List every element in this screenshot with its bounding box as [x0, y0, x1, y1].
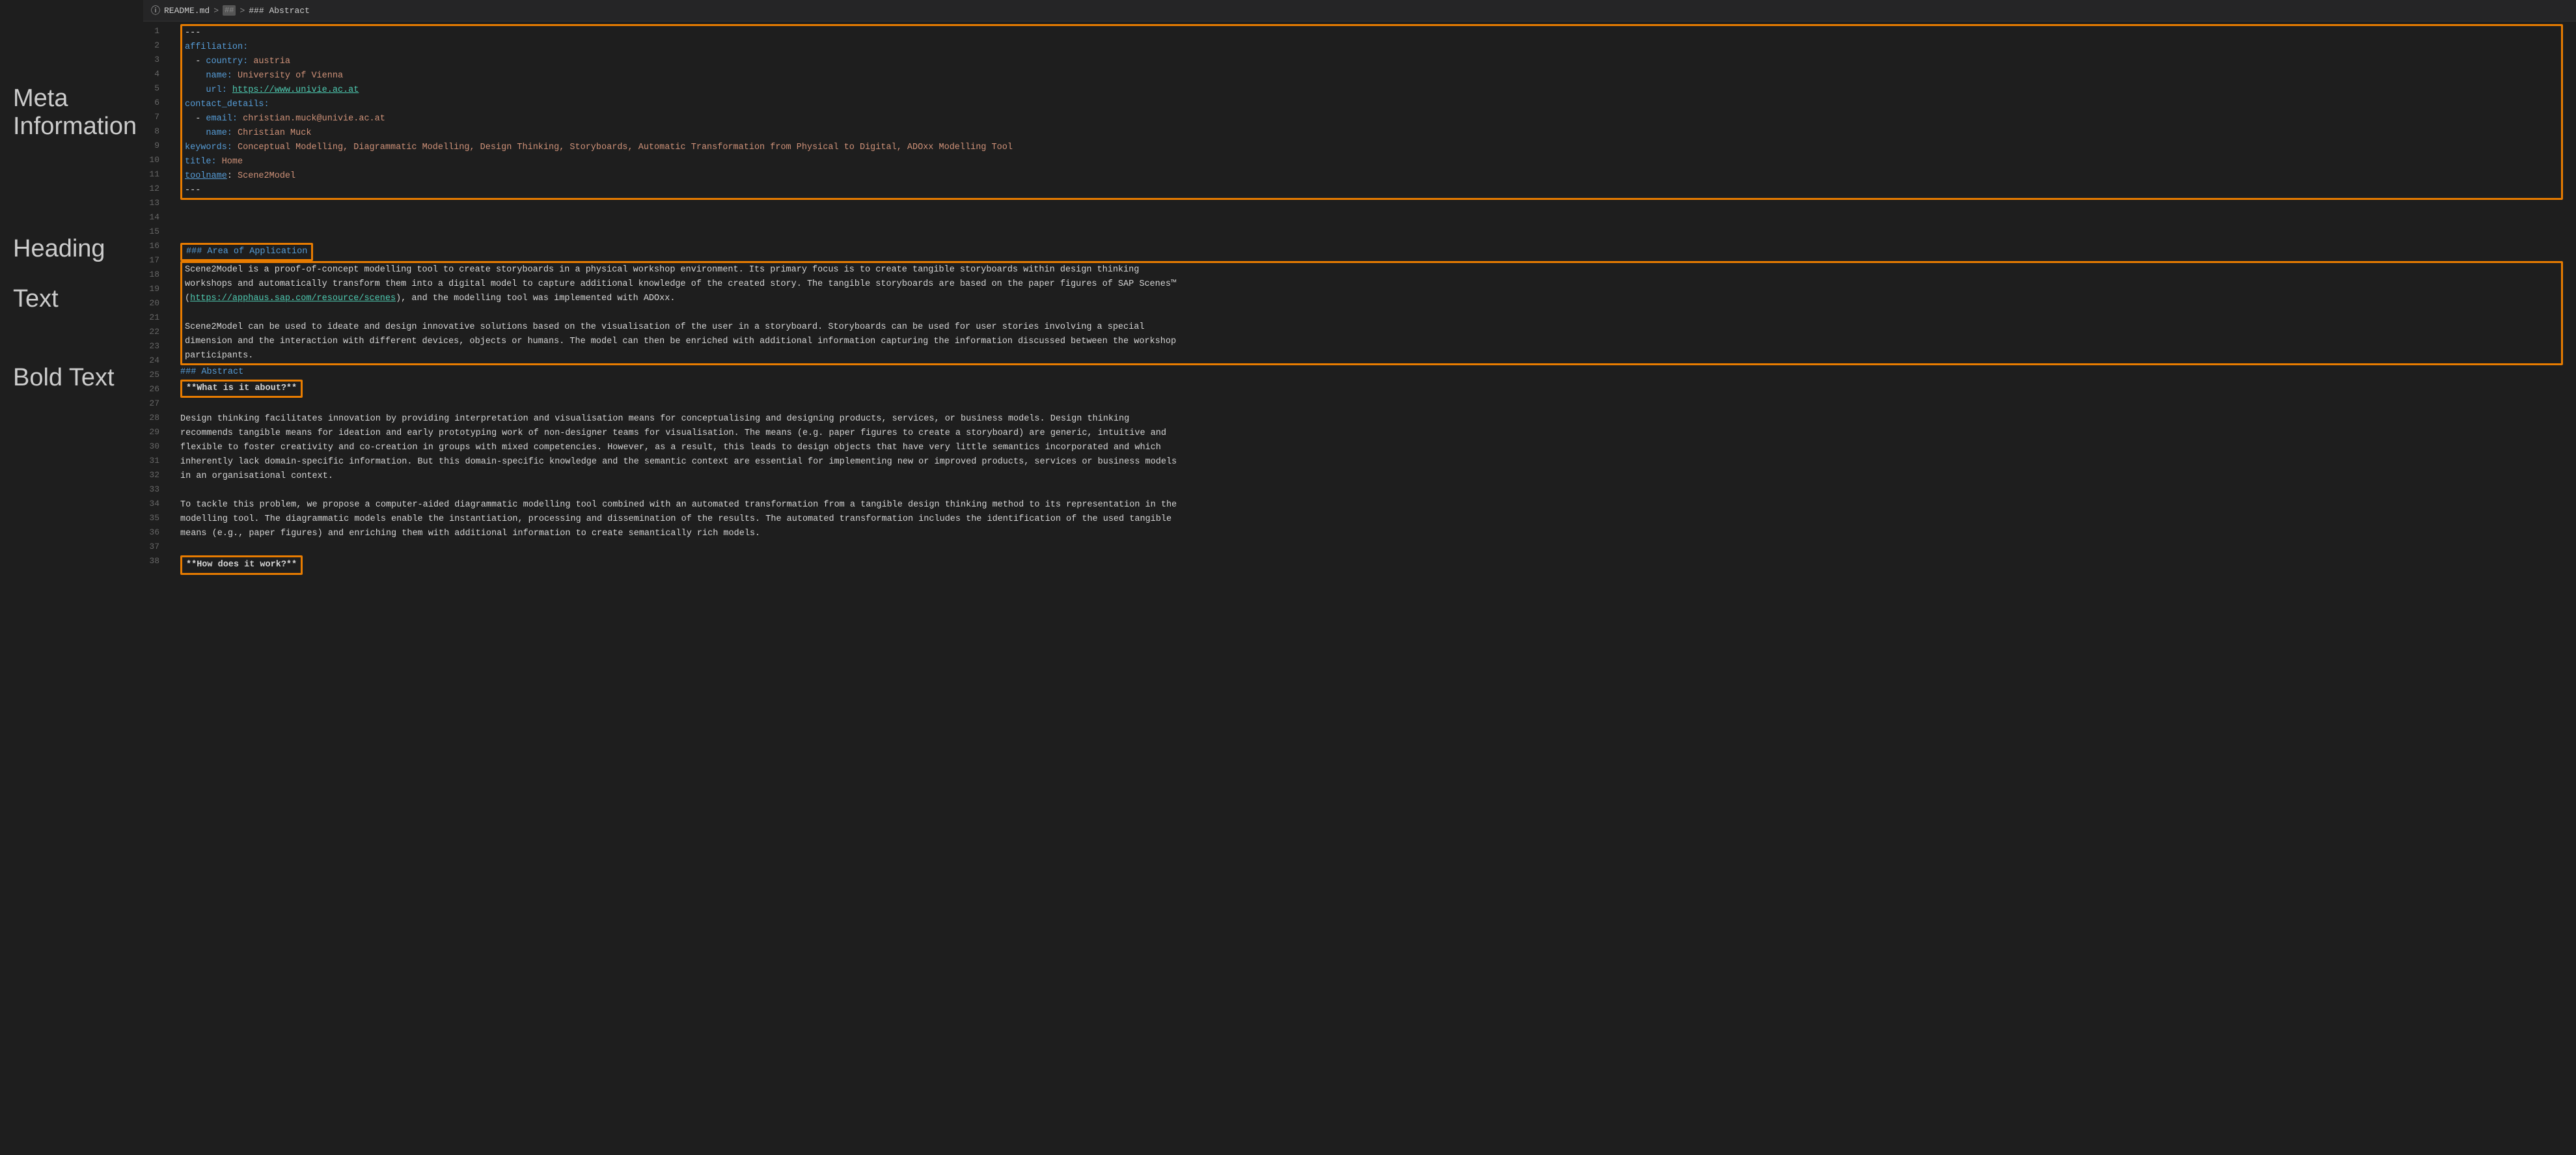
- code-line-20: [185, 306, 2558, 320]
- line-number-30: 30: [143, 439, 166, 454]
- info-icon: ⓘ: [151, 4, 160, 17]
- code-line-29: flexible to foster creativity and co-cre…: [180, 441, 2576, 455]
- code-line-23: participants.: [185, 349, 2558, 363]
- line-number-37: 37: [143, 540, 166, 554]
- code-line-22: dimension and the interaction with diffe…: [185, 335, 2558, 349]
- text-label: Text: [0, 279, 72, 320]
- line-number-24: 24: [143, 354, 166, 368]
- code-line-35: means (e.g., paper figures) and enrichin…: [180, 527, 2576, 541]
- code-line-9: keywords: Conceptual Modelling, Diagramm…: [185, 141, 2558, 155]
- line-number-15: 15: [143, 225, 166, 239]
- code-line-2: affiliation:: [185, 40, 2558, 55]
- code-line-12: ---: [185, 184, 2558, 198]
- code-line-36: [180, 541, 2576, 555]
- line-number-22: 22: [143, 325, 166, 339]
- code-line-8: name: Christian Muck: [185, 126, 2558, 141]
- line-number-25: 25: [143, 368, 166, 382]
- line-number-34: 34: [143, 497, 166, 511]
- separator-2: >: [240, 6, 245, 16]
- line-number-12: 12: [143, 182, 166, 196]
- line-number-20: 20: [143, 296, 166, 311]
- line-number-2: 2: [143, 38, 166, 53]
- meta-information-label: Meta Information: [0, 78, 150, 147]
- line-number-18: 18: [143, 268, 166, 282]
- line-number-19: 19: [143, 282, 166, 296]
- line-number-14: 14: [143, 210, 166, 225]
- code-line-31: in an organisational context.: [180, 469, 2576, 484]
- line-number-3: 3: [143, 53, 166, 67]
- code-line-11: toolname: Scene2Model: [185, 169, 2558, 184]
- line-number-33: 33: [143, 482, 166, 497]
- line-number-7: 7: [143, 110, 166, 124]
- code-line-4: name: University of Vienna: [185, 69, 2558, 83]
- code-line-19: (https://apphaus.sap.com/resource/scenes…: [185, 292, 2558, 306]
- code-line-10: title: Home: [185, 155, 2558, 169]
- line-number-13: 13: [143, 196, 166, 210]
- line-number-10: 10: [143, 153, 166, 167]
- code-line-17: Scene2Model is a proof-of-concept modell…: [185, 263, 2558, 277]
- line-number-31: 31: [143, 454, 166, 468]
- line-number-11: 11: [143, 167, 166, 182]
- code-line-24: ### Abstract: [180, 365, 2576, 380]
- line-number-17: 17: [143, 253, 166, 268]
- code-line-37: **How does it work?**: [180, 555, 2576, 575]
- code-line-28: recommends tangible means for ideation a…: [180, 426, 2576, 441]
- code-line-18: workshops and automatically transform th…: [185, 277, 2558, 292]
- line-number-1: 1: [143, 24, 166, 38]
- bold-text-label: Bold Text: [0, 357, 128, 398]
- line-numbers: 1234567891011121314151617181920212223242…: [143, 21, 172, 1155]
- code-line-6: contact_details:: [185, 98, 2558, 112]
- filename-label[interactable]: README.md: [164, 6, 210, 16]
- line-number-6: 6: [143, 96, 166, 110]
- code-line-16: ### Area of Application: [180, 243, 2576, 261]
- line-number-21: 21: [143, 311, 166, 325]
- section-label: ### Abstract: [249, 6, 310, 16]
- md-icon: ##: [223, 5, 236, 16]
- line-number-9: 9: [143, 139, 166, 153]
- code-line-5: url: https://www.univie.ac.at: [185, 83, 2558, 98]
- code-line-33: To tackle this problem, we propose a com…: [180, 498, 2576, 512]
- line-number-4: 4: [143, 67, 166, 81]
- code-line-21: Scene2Model can be used to ideate and de…: [185, 320, 2558, 335]
- code-line-14: [180, 214, 2576, 229]
- line-number-27: 27: [143, 397, 166, 411]
- line-number-32: 32: [143, 468, 166, 482]
- code-line-7: - email: christian.muck@univie.ac.at: [185, 112, 2558, 126]
- line-number-38: 38: [143, 554, 166, 568]
- code-line-15: [180, 229, 2576, 243]
- code-line-1: ---: [185, 26, 2558, 40]
- code-line-38: [180, 575, 2576, 589]
- line-number-26: 26: [143, 382, 166, 397]
- editor-area: ⓘ README.md > ## > ### Abstract 12345678…: [143, 0, 2576, 1155]
- line-number-16: 16: [143, 239, 166, 253]
- separator-1: >: [213, 6, 219, 16]
- code-line-30: inherently lack domain-specific informat…: [180, 455, 2576, 469]
- heading-label: Heading: [0, 229, 118, 270]
- bold-heading-box: **How does it work?**: [180, 555, 303, 575]
- code-line-34: modelling tool. The diagrammatic models …: [180, 512, 2576, 527]
- breadcrumb-bar: ⓘ README.md > ## > ### Abstract: [143, 0, 2576, 21]
- code-line-13: [180, 200, 2576, 214]
- line-number-5: 5: [143, 81, 166, 96]
- line-number-8: 8: [143, 124, 166, 139]
- code-editor[interactable]: 1234567891011121314151617181920212223242…: [143, 21, 2576, 1155]
- line-number-35: 35: [143, 511, 166, 525]
- line-number-28: 28: [143, 411, 166, 425]
- line-number-29: 29: [143, 425, 166, 439]
- code-line-25: **What is it about?**: [180, 380, 2576, 398]
- annotation-panel: Meta Information Heading Text Bold Text: [0, 0, 143, 1155]
- code-line-32: [180, 484, 2576, 498]
- code-line-26: [180, 398, 2576, 412]
- line-number-36: 36: [143, 525, 166, 540]
- line-number-23: 23: [143, 339, 166, 354]
- code-line-27: Design thinking facilitates innovation b…: [180, 412, 2576, 426]
- code-line-3: - country: austria: [185, 55, 2558, 69]
- code-lines[interactable]: --- affiliation: - country: austria name…: [172, 21, 2576, 1155]
